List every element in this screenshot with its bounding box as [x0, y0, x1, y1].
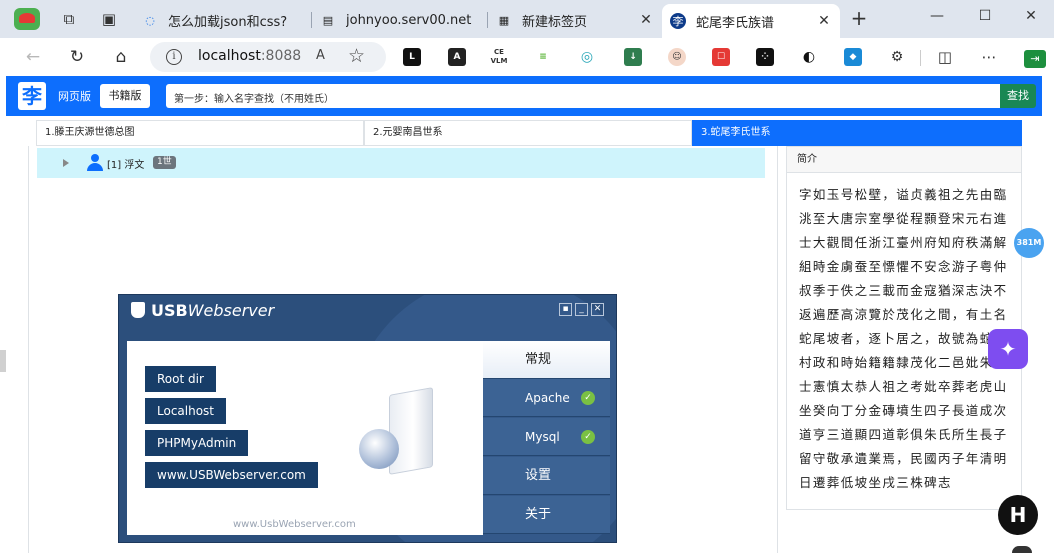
tab-title: 蛇尾李氏族谱	[696, 15, 775, 31]
home-icon[interactable]: ⌂	[110, 46, 132, 68]
tab-lineage-3[interactable]: 3.蛇尾李氏世系	[692, 120, 1022, 146]
tab-family-tree[interactable]: 李 蛇尾李氏族谱 ✕	[662, 4, 840, 38]
status-ok-icon: ✓	[581, 430, 595, 444]
extension-icon[interactable]: CE VLM	[490, 48, 508, 66]
loading-icon: ◌	[145, 13, 155, 27]
site-header: 李 网页版 书籍版 第一步：输入名字查找（不用姓氏） 查找	[6, 76, 1042, 116]
more-menu-icon[interactable]: ⋯	[978, 46, 1000, 68]
minimize-icon[interactable]: —	[926, 8, 948, 28]
usb-website-text: www.UsbWebserver.com	[233, 519, 356, 530]
extension-icon[interactable]: ⁘	[756, 48, 774, 66]
tab-json-css[interactable]: ◌ 怎么加载json和css?	[134, 4, 310, 36]
maximize-icon[interactable]: ☐	[974, 8, 996, 28]
extension-icon[interactable]: ◎	[578, 48, 596, 66]
address-bar[interactable]: i localhost:8088 A ☆	[150, 42, 386, 72]
intro-panel: 简介 字如玉号松壁，谥贞義祖之先由臨洮至大唐宗室學從程顥登宋元右進士大觀間任浙江…	[786, 146, 1022, 510]
close-window-icon[interactable]: ✕	[1020, 8, 1042, 28]
extension-icon[interactable]: ☐	[712, 48, 730, 66]
usb-menu-label: Mysql	[525, 430, 560, 444]
page-icon: ▤	[322, 13, 334, 27]
site-logo[interactable]: 李	[18, 82, 46, 110]
tab-lineage-1[interactable]: 1.滕王庆源世德总图	[36, 120, 364, 146]
usbwebserver-window[interactable]: USBWebserver ▪ _ ✕ Root dir Localhost PH…	[118, 294, 617, 543]
close-icon[interactable]: ✕	[816, 13, 832, 29]
server-icon	[355, 387, 447, 481]
tab-johnyoo[interactable]: ▤ johnyoo.serv00.net	[312, 4, 486, 36]
localhost-button[interactable]: Localhost	[145, 398, 227, 424]
extension-icon[interactable]: A	[448, 48, 466, 66]
extension-icon[interactable]: ↓	[624, 48, 642, 66]
url-text: localhost:8088	[198, 48, 302, 64]
memory-badge[interactable]: 381M	[1014, 228, 1044, 258]
toolbar-separator	[920, 50, 921, 66]
browser-toolbar: ← ↻ ⌂ i localhost:8088 A ☆ L A CE VLM ≡ …	[0, 38, 1054, 109]
ai-assistant-icon[interactable]: ✦	[988, 329, 1028, 369]
usb-menu-mysql[interactable]: Mysql ✓	[483, 418, 610, 456]
tab-title: 怎么加载json和css?	[168, 14, 288, 30]
usb-menu-settings[interactable]: 设置	[483, 457, 610, 495]
tab-title: 新建标签页	[522, 14, 588, 30]
back-arrow-icon[interactable]: ←	[22, 46, 44, 68]
usb-side-menu: 常规 Apache ✓ Mysql ✓ 设置 关于	[483, 341, 610, 535]
phpmyadmin-button[interactable]: PHPMyAdmin	[145, 430, 249, 456]
corner-widget[interactable]	[1012, 546, 1032, 553]
extension-icon[interactable]: ◆	[844, 48, 862, 66]
tab-title: johnyoo.serv00.net	[346, 12, 472, 28]
usb-menu-apache[interactable]: Apache ✓	[483, 379, 610, 417]
expand-caret-icon[interactable]	[63, 159, 69, 167]
person-name[interactable]: [1] 浮文	[107, 156, 144, 171]
person-icon	[87, 154, 103, 171]
usb-menu-label: Apache	[525, 391, 570, 405]
root-dir-button[interactable]: Root dir	[145, 366, 216, 392]
extension-icon[interactable]: ◐	[800, 48, 818, 66]
extensions-puzzle-icon[interactable]: ⚙	[888, 48, 906, 66]
server-box-icon	[389, 387, 433, 475]
browser-tab-strip: ⧉ ▣ ◌ 怎么加载json和css? ▤ johnyoo.serv00.net…	[0, 0, 1054, 38]
web-version-link[interactable]: 网页版	[58, 88, 91, 104]
favorite-star-icon[interactable]: ☆	[348, 45, 365, 67]
usb-menu-about[interactable]: 关于	[483, 496, 610, 534]
site-favicon: 李	[670, 13, 686, 29]
refresh-icon[interactable]: ↻	[66, 46, 88, 68]
tab-new-tab[interactable]: ▦ 新建标签页 ✕	[488, 4, 662, 36]
usb-tray-icon[interactable]: ▪	[559, 303, 572, 316]
extension-icon[interactable]: L	[403, 48, 421, 66]
site-info-icon[interactable]: i	[166, 49, 182, 65]
close-icon[interactable]: ✕	[638, 12, 654, 28]
tab-actions-icon[interactable]: ▣	[98, 8, 120, 30]
usbwebserver-site-button[interactable]: www.USBWebserver.com	[145, 462, 318, 488]
sidebar-add-icon[interactable]: ⇥	[1024, 50, 1046, 68]
search-button[interactable]: 查找	[1000, 84, 1036, 108]
new-tab-icon: ▦	[498, 13, 510, 27]
status-ok-icon: ✓	[581, 391, 595, 405]
usb-logo-icon	[131, 302, 145, 318]
tab-lineage-2[interactable]: 2.元婴南昌世系	[364, 120, 692, 146]
browser-profile-icon[interactable]	[14, 8, 40, 30]
extension-icon[interactable]: ≡	[534, 48, 552, 66]
intro-text: 字如玉号松壁，谥贞義祖之先由臨洮至大唐宗室學從程顥登宋元右進士大觀間任浙江臺州府…	[799, 187, 1008, 490]
split-screen-icon[interactable]: ◫	[934, 46, 956, 68]
extension-icon[interactable]: ☺	[668, 48, 686, 66]
new-tab-button[interactable]: +	[848, 8, 870, 30]
book-version-button[interactable]: 书籍版	[100, 84, 150, 108]
usb-general-panel: Root dir Localhost PHPMyAdmin www.USBWeb…	[127, 341, 483, 535]
usb-minimize-icon[interactable]: _	[575, 303, 588, 316]
usb-close-icon[interactable]: ✕	[591, 303, 604, 316]
globe-icon	[359, 429, 399, 469]
usb-menu-general[interactable]: 常规	[483, 341, 610, 379]
intro-title: 简介	[787, 147, 1021, 173]
generation-badge: 1世	[153, 156, 176, 169]
tree-node[interactable]: [1] 浮文 1世	[37, 148, 765, 178]
lineage-tabs: 1.滕王庆源世德总图 2.元婴南昌世系 3.蛇尾李氏世系	[36, 120, 1022, 146]
read-aloud-icon[interactable]: A	[316, 48, 325, 63]
search-input[interactable]: 第一步：输入名字查找（不用姓氏）	[166, 84, 1000, 108]
h-assistant-button[interactable]: H	[998, 495, 1038, 535]
workspaces-icon[interactable]: ⧉	[58, 8, 80, 30]
search-placeholder: 第一步：输入名字查找（不用姓氏）	[174, 94, 334, 105]
usb-logo: USBWebserver	[131, 301, 274, 320]
left-edge-handle[interactable]	[0, 350, 6, 372]
